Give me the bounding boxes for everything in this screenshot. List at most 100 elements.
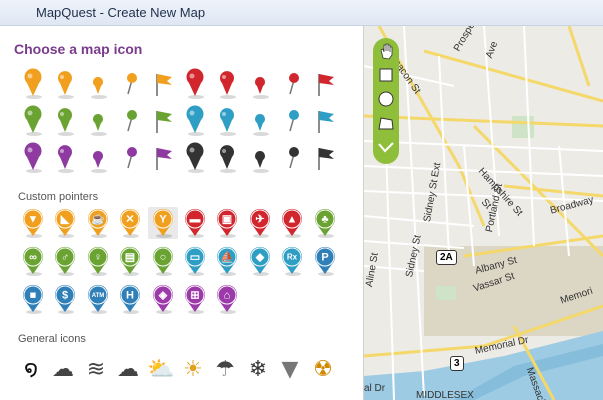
cinema-pointer-icon[interactable]: ▤ [115,245,145,277]
custom-pointers-heading: Custom pointers [18,191,99,203]
cloud-icon[interactable]: ☁ [113,352,143,384]
svg-text:∞: ∞ [29,252,37,264]
svg-text:✈: ✈ [255,214,264,226]
green-pin-large-icon[interactable] [18,105,48,137]
pizza-pointer-icon[interactable]: ◣ [50,207,80,239]
orange-pin-large-icon[interactable] [18,68,48,100]
red-pin-needle-icon[interactable] [277,68,307,100]
sun-icon[interactable]: ☀ [178,352,208,384]
hurricane-icon[interactable]: ໑ [16,352,46,384]
radiation-icon[interactable]: ☢ [308,352,338,384]
black-pin-needle-icon[interactable] [277,142,307,174]
pan-hand-tool-icon[interactable] [375,40,397,62]
purple-pin-needle-icon[interactable] [115,142,145,174]
card-pointer-icon[interactable]: ▭ [180,245,210,277]
red-flag-icon[interactable] [310,68,340,100]
svg-text:☁: ☁ [117,357,139,382]
boat-pointer-icon[interactable]: ⛵ [212,245,242,277]
hospital-pointer-icon[interactable]: H [115,283,145,315]
wind-waves-icon[interactable]: ≋ [81,352,111,384]
red-pin-medium-icon[interactable] [212,68,242,100]
svg-text:⛅: ⛅ [147,357,174,382]
red-pin-small-icon[interactable] [245,68,275,100]
black-flag-icon[interactable] [310,142,340,174]
purple-flag-icon[interactable] [148,142,178,174]
bank-pointer-icon[interactable]: $ [50,283,80,315]
svg-text:☢: ☢ [313,357,333,382]
restaurant-pointer-icon[interactable]: ✕ [115,207,145,239]
hiking-pointer-icon[interactable]: ♀ [83,245,113,277]
window-title: MapQuest - Create New Map [36,5,206,20]
orange-pin-medium-icon[interactable] [50,68,80,100]
airport-pointer-icon[interactable]: ✈ [245,207,275,239]
teal-pin-medium-icon[interactable] [212,105,242,137]
panel-heading: Choose a map icon [14,41,143,57]
svg-text:Y: Y [159,214,167,226]
red-pin-large-icon[interactable] [180,68,210,100]
svg-text:⊞: ⊞ [190,290,199,302]
svg-text:◈: ◈ [157,290,167,302]
green-pin-needle-icon[interactable] [115,105,145,137]
svg-text:▼: ▼ [282,357,299,382]
search-pointer-icon[interactable]: ○ [148,245,178,277]
bicycle-pointer-icon[interactable]: ∞ [18,245,48,277]
black-pin-large-icon[interactable] [180,142,210,174]
teal-pin-small-icon[interactable] [245,105,275,137]
purple-pin-small-icon[interactable] [83,142,113,174]
svg-text:▤: ▤ [125,252,135,264]
rectangle-draw-tool-icon[interactable] [375,64,397,86]
green-pin-small-icon[interactable] [83,105,113,137]
svg-text:$: $ [62,290,68,302]
map-view[interactable]: Beacon StProspect StAveHampshire StBroad… [364,26,603,400]
svg-text:◣: ◣ [60,214,70,226]
svg-text:▼: ▼ [28,214,39,226]
orange-flag-icon[interactable] [148,68,178,100]
route-3-shield: 3 [450,356,464,371]
coffee-pointer-icon[interactable]: ☕ [83,207,113,239]
orange-pin-small-icon[interactable] [83,68,113,100]
atm-pointer-icon[interactable]: ATM [83,283,113,315]
svg-text:▬: ▬ [190,214,201,226]
purple-pin-large-icon[interactable] [18,142,48,174]
snowflake-icon[interactable]: ❄ [243,352,273,384]
svg-text:໑: ໑ [24,357,38,382]
clothes-hanger-pointer-icon[interactable]: ⌂ [212,283,242,315]
tag-pointer-icon[interactable]: ◈ [148,283,178,315]
green-flag-icon[interactable] [148,105,178,137]
svg-text:♀: ♀ [94,252,102,264]
purple-pin-medium-icon[interactable] [50,142,80,174]
school-pointer-icon[interactable]: ◆ [245,245,275,277]
park-pointer-icon[interactable]: ♣ [310,207,340,239]
teal-pin-needle-icon[interactable] [277,105,307,137]
ice-cream-pointer-icon[interactable]: ▼ [18,207,48,239]
gas-station-pointer-icon[interactable]: ■ [18,283,48,315]
svg-text:✕: ✕ [126,214,135,226]
svg-text:H: H [126,290,134,302]
rain-cloud-icon[interactable]: ☂ [210,352,240,384]
svg-text:❄: ❄ [249,357,267,382]
black-pin-small-icon[interactable] [245,142,275,174]
shopping-cart-pointer-icon[interactable]: ⊞ [180,283,210,315]
parking-pointer-icon[interactable]: P [310,245,340,277]
car-pointer-icon[interactable]: ▣ [212,207,242,239]
green-pin-medium-icon[interactable] [50,105,80,137]
black-pin-medium-icon[interactable] [212,142,242,174]
line-draw-tool-icon[interactable] [375,136,397,158]
teal-pin-large-icon[interactable] [180,105,210,137]
bar-pointer-icon[interactable]: Y [147,207,178,239]
snow-cloud-icon[interactable]: ☁ [48,352,78,384]
running-pointer-icon[interactable]: ♂ [50,245,80,277]
tornado-icon[interactable]: ▼ [275,352,305,384]
orange-pin-needle-icon[interactable] [115,68,145,100]
teal-flag-icon[interactable] [310,105,340,137]
svg-text:☀: ☀ [183,357,203,382]
svg-text:≋: ≋ [87,357,105,382]
camping-pointer-icon[interactable]: ▲ [277,207,307,239]
icon-chooser-panel: Choose a map icon Custom pointers ▼ ◣ ☕ ✕ Y ▬… [0,26,364,400]
pharmacy-pointer-icon[interactable]: Rx [277,245,307,277]
partly-sunny-icon[interactable]: ⛅ [146,352,176,384]
svg-text:▲: ▲ [287,214,298,226]
polygon-draw-tool-icon[interactable] [375,112,397,134]
hotel-pointer-icon[interactable]: ▬ [180,207,210,239]
circle-draw-tool-icon[interactable] [375,88,397,110]
